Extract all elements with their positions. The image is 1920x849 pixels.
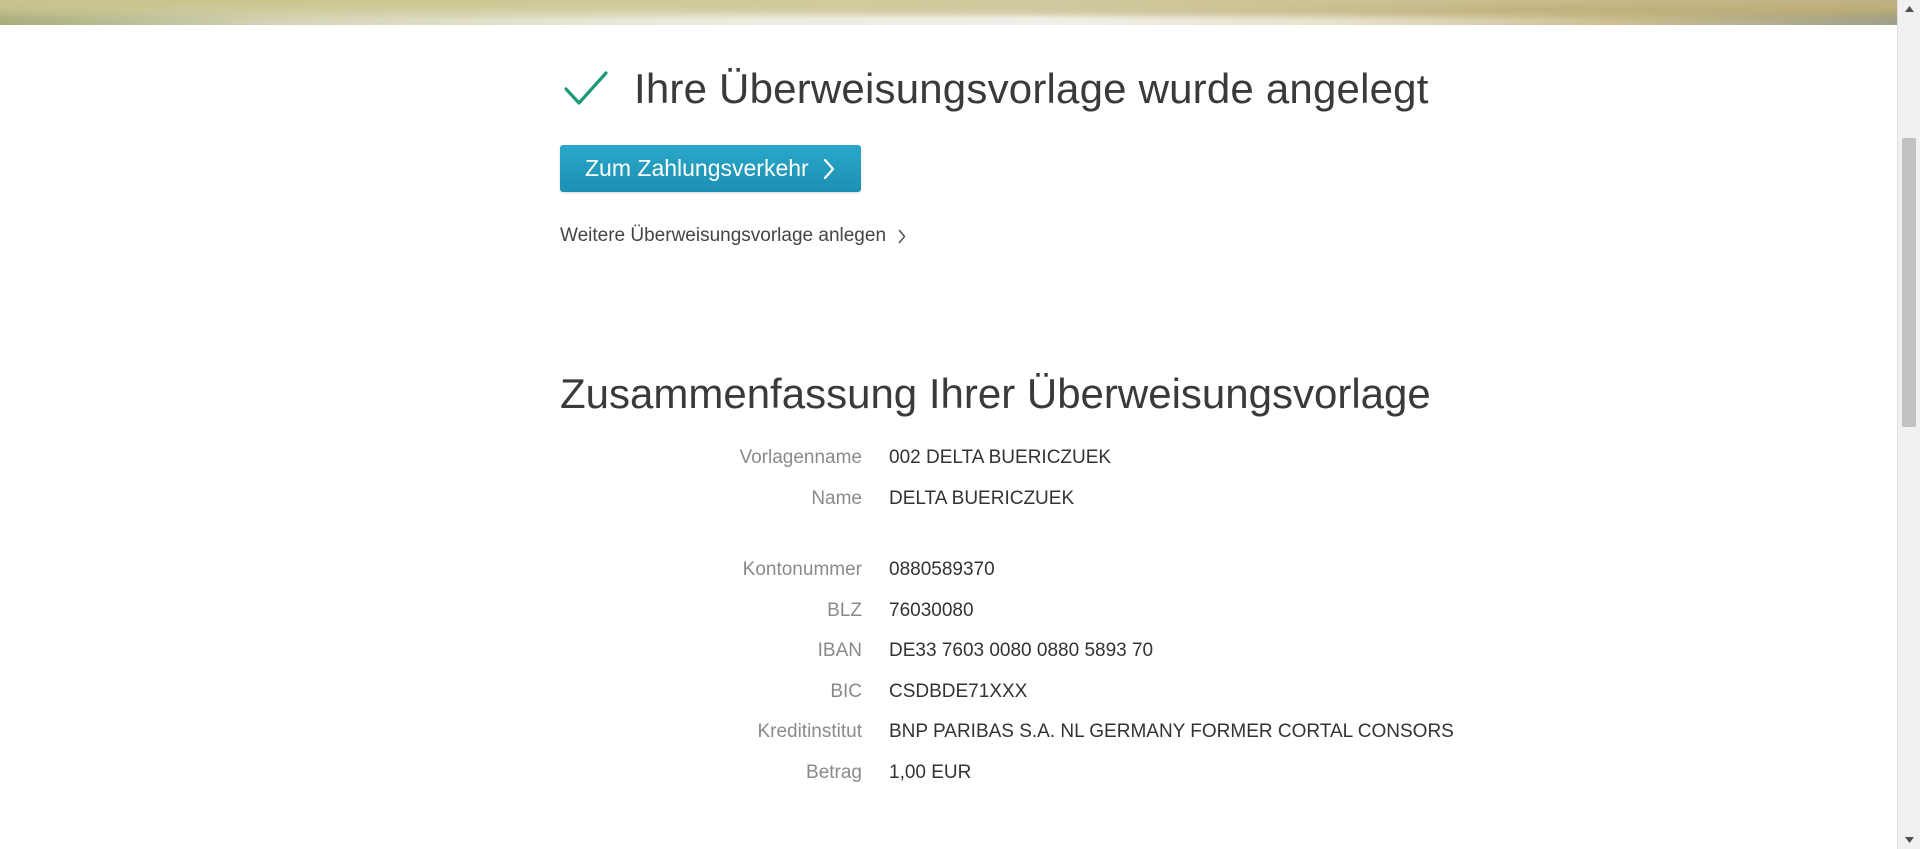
row-value: 1,00 EUR xyxy=(889,762,972,783)
scroll-down-arrow-icon[interactable] xyxy=(1898,831,1920,849)
chevron-right-icon xyxy=(823,158,834,179)
row-value: DE33 7603 0080 0880 5893 70 xyxy=(889,640,1154,661)
create-another-template-link[interactable]: Weitere Überweisungsvorlage anlegen xyxy=(560,225,906,247)
row-label: BLZ xyxy=(827,600,862,621)
hero-image-strip xyxy=(0,0,1898,25)
row-label: Kontonummer xyxy=(742,559,862,580)
row-label: Kreditinstitut xyxy=(757,721,862,742)
success-title: Ihre Überweisungsvorlage wurde angelegt xyxy=(634,65,1429,112)
row-label: Betrag xyxy=(806,762,862,783)
page: Ihre Überweisungsvorlage wurde angelegt … xyxy=(0,0,1920,849)
chevron-right-icon xyxy=(898,229,906,243)
scroll-up-arrow-icon[interactable] xyxy=(1898,0,1920,18)
summary-title: Zusammenfassung Ihrer Überweisungsvorlag… xyxy=(560,370,1431,417)
row-value: BNP PARIBAS S.A. NL GERMANY FORMER CORTA… xyxy=(889,721,1454,742)
payments-button-label: Zum Zahlungsverkehr xyxy=(585,155,809,181)
row-label: BIC xyxy=(830,681,862,702)
row-label: Vorlagenname xyxy=(739,447,862,468)
summary-row-bank: Kreditinstitut BNP PARIBAS S.A. NL GERMA… xyxy=(560,717,1460,747)
row-value: 0880589370 xyxy=(889,559,995,580)
row-value: 002 DELTA BUERICZUEK xyxy=(889,447,1112,468)
row-label: IBAN xyxy=(817,640,862,661)
summary-row-template-name: Vorlagenname 002 DELTA BUERICZUEK xyxy=(560,443,1460,473)
row-value: CSDBDE71XXX xyxy=(889,681,1028,702)
create-another-template-label: Weitere Überweisungsvorlage anlegen xyxy=(560,225,887,246)
row-value: DELTA BUERICZUEK xyxy=(889,488,1075,509)
scrollbar-thumb[interactable] xyxy=(1902,138,1916,427)
summary-row-iban: IBAN DE33 7603 0080 0880 5893 70 xyxy=(560,636,1460,666)
vertical-scrollbar[interactable] xyxy=(1897,0,1920,849)
checkmark-icon xyxy=(564,71,608,105)
summary-row-account-number: Kontonummer 0880589370 xyxy=(560,555,1460,585)
summary-row-bic: BIC CSDBDE71XXX xyxy=(560,677,1460,707)
success-message: Ihre Überweisungsvorlage wurde angelegt xyxy=(560,59,1429,119)
summary-row-blz: BLZ 76030080 xyxy=(560,596,1460,626)
summary-row-name: Name DELTA BUERICZUEK xyxy=(560,484,1460,514)
summary-row-amount: Betrag 1,00 EUR xyxy=(560,758,1460,788)
payments-button[interactable]: Zum Zahlungsverkehr xyxy=(560,145,861,192)
row-value: 76030080 xyxy=(889,600,974,621)
row-label: Name xyxy=(811,488,862,509)
